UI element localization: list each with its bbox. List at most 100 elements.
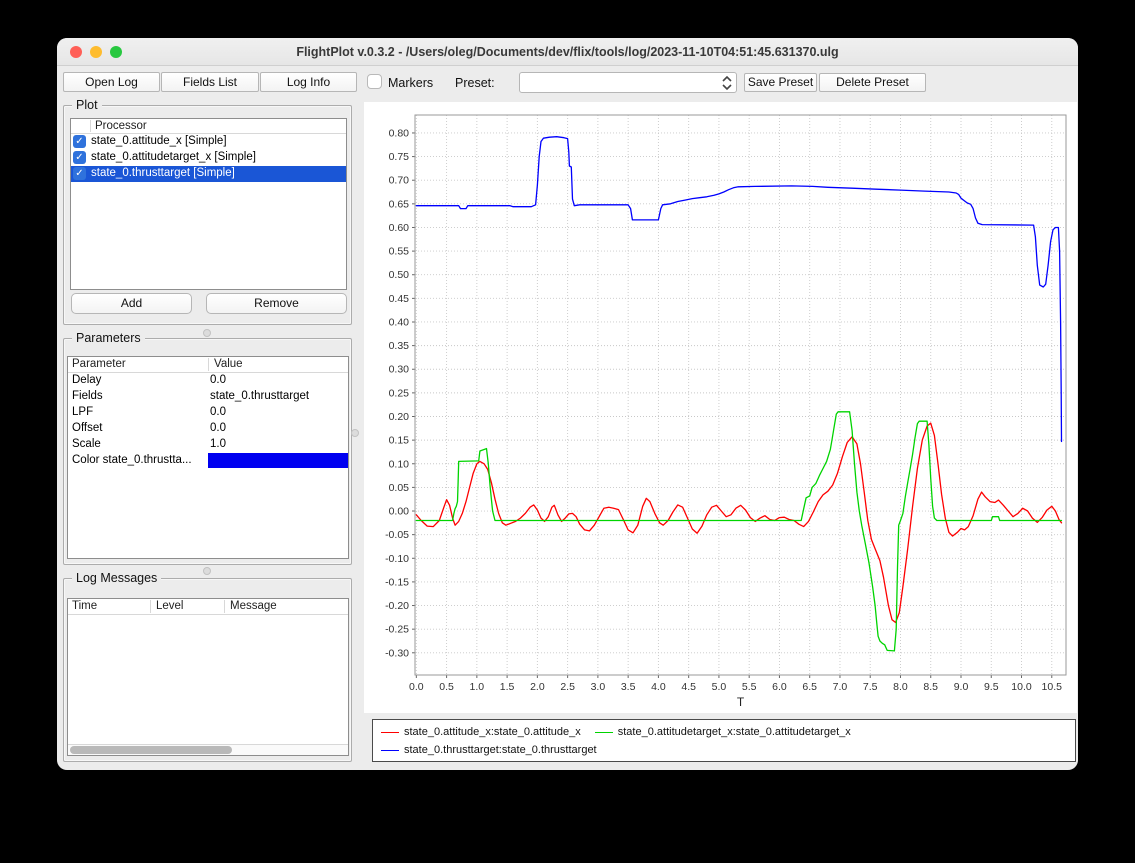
parameter-value: 0.0 (210, 406, 226, 418)
delete-preset-button[interactable]: Delete Preset (819, 73, 926, 92)
parameters-table[interactable]: Parameter Value Delay0.0Fieldsstate_0.th… (67, 356, 349, 559)
svg-text:5.5: 5.5 (742, 681, 757, 693)
parameter-row[interactable]: Delay 0.0 (68, 373, 348, 389)
title-bar[interactable]: FlightPlot v.0.3.2 - /Users/oleg/Documen… (57, 38, 1078, 66)
svg-text:8.5: 8.5 (923, 681, 938, 693)
log-messages-table[interactable]: Time Level Message (67, 598, 349, 756)
legend-item: state_0.thrusttarget:state_0.thrusttarge… (381, 741, 597, 759)
add-button[interactable]: Add (71, 293, 192, 314)
scrollbar-thumb[interactable] (70, 746, 232, 754)
fields-list-button[interactable]: Fields List (161, 72, 259, 92)
parameter-name: Fields (72, 390, 206, 402)
svg-text:8.0: 8.0 (893, 681, 908, 693)
parameter-value: 0.0 (210, 374, 226, 386)
legend-line-sample (381, 732, 399, 733)
log-info-button[interactable]: Log Info (260, 72, 357, 92)
save-preset-button[interactable]: Save Preset (744, 73, 817, 92)
column-divider (150, 600, 151, 613)
splitter-handle[interactable] (203, 567, 211, 575)
parameter-name: LPF (72, 406, 206, 418)
legend-label: state_0.attitudetarget_x:state_0.attitud… (618, 726, 851, 738)
svg-text:0.75: 0.75 (389, 151, 410, 163)
processor-label: state_0.attitudetarget_x [Simple] (91, 151, 256, 163)
series-line-1 (416, 412, 1061, 651)
checked-checkbox-icon[interactable]: ✓ (73, 167, 86, 180)
processor-table-header: Processor (71, 119, 346, 134)
svg-text:0.05: 0.05 (389, 482, 410, 494)
preset-combobox[interactable] (519, 72, 737, 93)
column-divider (224, 600, 225, 613)
parameter-row[interactable]: Scale1.0 (68, 437, 348, 453)
series-group (416, 137, 1061, 651)
chart-panel: 0.00.51.01.52.02.53.03.54.04.55.05.56.06… (364, 102, 1077, 713)
parameters-table-header: Parameter Value (68, 357, 348, 373)
flight-chart[interactable]: 0.00.51.01.52.02.53.03.54.04.55.05.56.06… (364, 102, 1077, 713)
parameter-column-header: Parameter (72, 358, 126, 370)
svg-text:0.20: 0.20 (389, 411, 410, 423)
column-divider (90, 120, 91, 132)
svg-text:2.5: 2.5 (560, 681, 575, 693)
svg-text:-0.15: -0.15 (385, 576, 409, 588)
parameter-row[interactable]: LPF 0.0 (68, 405, 348, 421)
splitter-handle[interactable] (203, 329, 211, 337)
legend-row: state_0.attitude_x:state_0.attitude_x sta… (381, 723, 1067, 741)
log-messages-panel-title: Log Messages (72, 571, 161, 585)
svg-text:0.55: 0.55 (389, 246, 410, 258)
preset-label: Preset: (455, 76, 495, 90)
legend-item: state_0.attitudetarget_x:state_0.attitud… (595, 723, 851, 741)
parameter-name: Delay (72, 374, 206, 386)
svg-text:5.0: 5.0 (712, 681, 727, 693)
svg-text:-0.25: -0.25 (385, 624, 409, 636)
preset-input[interactable] (524, 74, 714, 91)
svg-text:4.0: 4.0 (651, 681, 666, 693)
parameters-panel-title: Parameters (72, 331, 145, 345)
svg-text:0.15: 0.15 (389, 435, 410, 447)
processor-list-body: ✓ state_0.attitude_x [Simple] ✓ state_0.att… (71, 134, 346, 182)
splitter-handle[interactable] (351, 429, 359, 437)
svg-text:3.5: 3.5 (621, 681, 636, 693)
svg-text:0.60: 0.60 (389, 222, 410, 234)
log-messages-panel: Log Messages Time Level Message (63, 578, 352, 762)
processor-row[interactable]: ✓ state_0.attitude_x [Simple] (71, 134, 346, 150)
chart-legend: state_0.attitude_x:state_0.attitude_xsta… (372, 719, 1076, 762)
grid-lines (415, 115, 1066, 675)
checked-checkbox-icon[interactable]: ✓ (73, 135, 86, 148)
open-log-button[interactable]: Open Log (63, 72, 160, 92)
plot-panel-title: Plot (72, 98, 102, 112)
svg-text:0.40: 0.40 (389, 316, 410, 328)
parameter-name: Offset (72, 422, 206, 434)
checked-checkbox-icon[interactable]: ✓ (73, 151, 86, 164)
svg-text:0.70: 0.70 (389, 175, 410, 187)
axis-tick-labels: 0.00.51.01.52.02.53.03.54.04.55.05.56.06… (385, 127, 1062, 693)
legend-item: state_0.attitude_x:state_0.attitude_x (381, 723, 581, 741)
svg-text:-0.20: -0.20 (385, 600, 409, 612)
parameter-name: Scale (72, 438, 206, 450)
series-line-2 (416, 137, 1061, 442)
series-line-0 (416, 423, 1061, 622)
level-column-header: Level (156, 600, 184, 612)
horizontal-scrollbar[interactable] (68, 744, 348, 755)
time-column-header: Time (72, 600, 97, 612)
log-table-header: Time Level Message (68, 599, 348, 615)
remove-button[interactable]: Remove (206, 293, 347, 314)
svg-text:0.80: 0.80 (389, 127, 410, 139)
parameter-row[interactable]: Offset0.0 (68, 421, 348, 437)
parameter-row-color[interactable]: Color state_0.thrustta... (68, 453, 348, 469)
axis-ticks (412, 133, 1052, 678)
parameter-row[interactable]: Fieldsstate_0.thrusttarget (68, 389, 348, 405)
markers-checkbox[interactable] (367, 74, 382, 89)
svg-text:7.0: 7.0 (833, 681, 848, 693)
window-title: FlightPlot v.0.3.2 - /Users/oleg/Documen… (57, 45, 1078, 59)
parameter-name: Color state_0.thrustta... (72, 454, 206, 466)
svg-text:4.5: 4.5 (681, 681, 696, 693)
svg-text:6.0: 6.0 (772, 681, 787, 693)
processor-row[interactable]: ✓state_0.thrusttarget [Simple] (71, 166, 346, 182)
processor-label: state_0.attitude_x [Simple] (91, 135, 227, 147)
svg-text:0.0: 0.0 (409, 681, 424, 693)
processor-table[interactable]: Processor ✓state_0.attitude_x [Simple]✓s… (70, 118, 347, 290)
combo-stepper-icon[interactable] (721, 75, 733, 91)
svg-text:10.0: 10.0 (1011, 681, 1032, 693)
processor-row[interactable]: ✓ state_0.attitudetarget_x [Simple] (71, 150, 346, 166)
color-swatch[interactable] (208, 453, 348, 468)
legend-line-sample (595, 732, 613, 733)
